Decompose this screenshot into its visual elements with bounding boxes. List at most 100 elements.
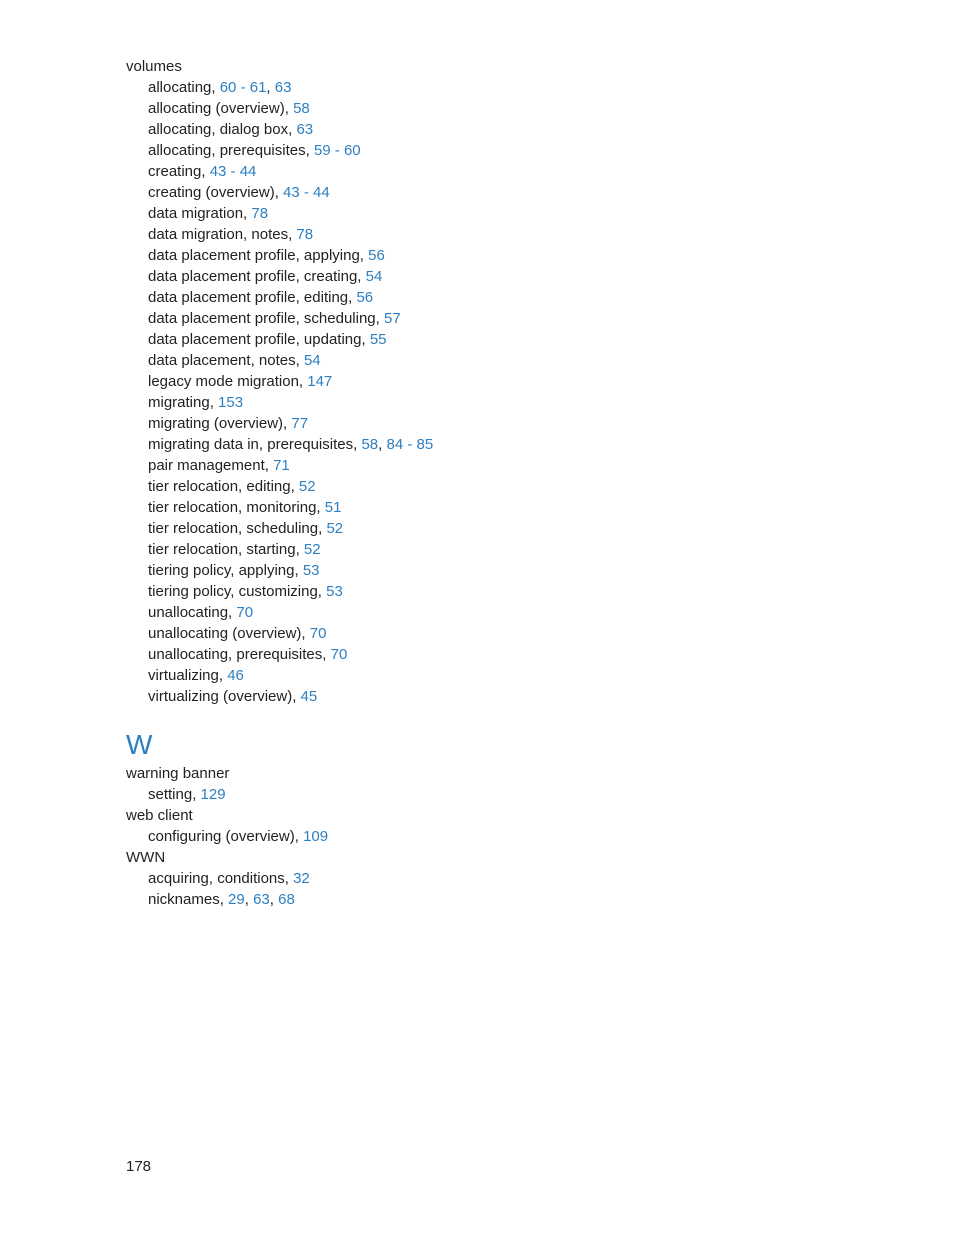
index-page-link[interactable]: 52	[304, 541, 321, 558]
index-subentry: pair management, 71	[126, 455, 954, 476]
index-subentry: data placement profile, updating, 55	[126, 329, 954, 350]
index-page-link[interactable]: 43 - 44	[283, 184, 330, 201]
index-subentry-text: acquiring, conditions,	[148, 870, 293, 887]
index-page-link[interactable]: 153	[218, 394, 243, 411]
index-subentry: allocating (overview), 58	[126, 98, 954, 119]
index-subentry-text: data placement profile, scheduling,	[148, 310, 384, 327]
index-page-link[interactable]: 29	[228, 891, 245, 908]
index-page-link[interactable]: 59 - 60	[314, 142, 361, 159]
index-subentry-text: nicknames,	[148, 891, 228, 908]
index-subentry-text: creating (overview),	[148, 184, 283, 201]
index-subentry: migrating, 153	[126, 392, 954, 413]
index-page-link[interactable]: 109	[303, 828, 328, 845]
index-page-link[interactable]: 63	[275, 79, 292, 96]
index-subentry-text: data placement, notes,	[148, 352, 304, 369]
index-page-link[interactable]: 57	[384, 310, 401, 327]
index-page-link[interactable]: 56	[356, 289, 373, 306]
index-subentry: data placement profile, editing, 56	[126, 287, 954, 308]
index-page-link[interactable]: 71	[273, 457, 290, 474]
index-subentry: data migration, notes, 78	[126, 224, 954, 245]
index-page-link[interactable]: 78	[296, 226, 313, 243]
index-page-link[interactable]: 43 - 44	[210, 163, 257, 180]
index-page-link[interactable]: 68	[278, 891, 295, 908]
index-subentry-text: data migration,	[148, 205, 251, 222]
index-page-link[interactable]: 70	[331, 646, 348, 663]
index-subentry: creating, 43 - 44	[126, 161, 954, 182]
index-subentry: migrating data in, prerequisites, 58, 84…	[126, 434, 954, 455]
index-subentry: tier relocation, starting, 52	[126, 539, 954, 560]
index-page-link[interactable]: 54	[366, 268, 383, 285]
index-subentry: data placement profile, applying, 56	[126, 245, 954, 266]
index-subentry-text: data placement profile, updating,	[148, 331, 370, 348]
index-subentry: data placement, notes, 54	[126, 350, 954, 371]
index-ref-separator: ,	[266, 79, 274, 96]
index-subentry-text: creating,	[148, 163, 210, 180]
index-term: warning banner	[126, 763, 954, 784]
index-subentry: unallocating, 70	[126, 602, 954, 623]
index-subentry-text: unallocating,	[148, 604, 236, 621]
index-subentry-text: migrating,	[148, 394, 218, 411]
index-subentry-text: setting,	[148, 786, 201, 803]
index-term: web client	[126, 805, 954, 826]
index-page-link[interactable]: 52	[299, 478, 316, 495]
index-page-link[interactable]: 60 - 61	[220, 79, 267, 96]
index-page-link[interactable]: 58	[293, 100, 310, 117]
index-page-link[interactable]: 32	[293, 870, 310, 887]
index-page-link[interactable]: 58	[361, 436, 378, 453]
index-subentry-text: tier relocation, starting,	[148, 541, 304, 558]
index-subentry: data placement profile, scheduling, 57	[126, 308, 954, 329]
index-subentry-text: unallocating (overview),	[148, 625, 310, 642]
index-page-link[interactable]: 52	[326, 520, 343, 537]
index-page-link[interactable]: 77	[291, 415, 308, 432]
index-subentry-text: migrating (overview),	[148, 415, 291, 432]
index-subentry-text: data migration, notes,	[148, 226, 296, 243]
index-page-link[interactable]: 147	[307, 373, 332, 390]
index-page-link[interactable]: 55	[370, 331, 387, 348]
index-page-link[interactable]: 63	[296, 121, 313, 138]
index-page-link[interactable]: 51	[325, 499, 342, 516]
index-subentry-text: tier relocation, scheduling,	[148, 520, 326, 537]
index-subentry: allocating, prerequisites, 59 - 60	[126, 140, 954, 161]
index-page-link[interactable]: 70	[236, 604, 253, 621]
index-page-link[interactable]: 78	[251, 205, 268, 222]
index-subentry: migrating (overview), 77	[126, 413, 954, 434]
index-page-link[interactable]: 54	[304, 352, 321, 369]
index-subentry: allocating, 60 - 61, 63	[126, 77, 954, 98]
index-subentry: virtualizing (overview), 45	[126, 686, 954, 707]
index-subentry: unallocating, prerequisites, 70	[126, 644, 954, 665]
index-subentry: virtualizing, 46	[126, 665, 954, 686]
index-subentry: nicknames, 29, 63, 68	[126, 889, 954, 910]
index-subentry: setting, 129	[126, 784, 954, 805]
index-page-link[interactable]: 53	[326, 583, 343, 600]
index-subentry: data migration, 78	[126, 203, 954, 224]
index-subentry: acquiring, conditions, 32	[126, 868, 954, 889]
page-number: 178	[126, 1158, 151, 1175]
index-subentry: tier relocation, monitoring, 51	[126, 497, 954, 518]
index-page-link[interactable]: 45	[301, 688, 318, 705]
index-page-link[interactable]: 129	[201, 786, 226, 803]
index-subentry-text: data placement profile, applying,	[148, 247, 368, 264]
index-page-link[interactable]: 46	[227, 667, 244, 684]
index-subentry-text: allocating, dialog box,	[148, 121, 296, 138]
index-page-link[interactable]: 84 - 85	[386, 436, 433, 453]
index-subentry-text: tiering policy, customizing,	[148, 583, 326, 600]
index-subentry-text: allocating,	[148, 79, 220, 96]
index-ref-separator: ,	[245, 891, 253, 908]
index-page-link[interactable]: 56	[368, 247, 385, 264]
index-subentry-text: legacy mode migration,	[148, 373, 307, 390]
index-term: WWN	[126, 847, 954, 868]
index-page-link[interactable]: 63	[253, 891, 270, 908]
index-subentry: creating (overview), 43 - 44	[126, 182, 954, 203]
index-term: volumes	[126, 56, 954, 77]
index-subentry-text: pair management,	[148, 457, 273, 474]
index-page-link[interactable]: 70	[310, 625, 327, 642]
index-subentry: tier relocation, editing, 52	[126, 476, 954, 497]
index-subentry-text: data placement profile, editing,	[148, 289, 356, 306]
index-page-link[interactable]: 53	[303, 562, 320, 579]
index-subentry-text: tier relocation, monitoring,	[148, 499, 325, 516]
index-subentry-text: allocating (overview),	[148, 100, 293, 117]
index-subentry: configuring (overview), 109	[126, 826, 954, 847]
index-subentry: tiering policy, applying, 53	[126, 560, 954, 581]
index-subentry: tiering policy, customizing, 53	[126, 581, 954, 602]
index-subentry: tier relocation, scheduling, 52	[126, 518, 954, 539]
